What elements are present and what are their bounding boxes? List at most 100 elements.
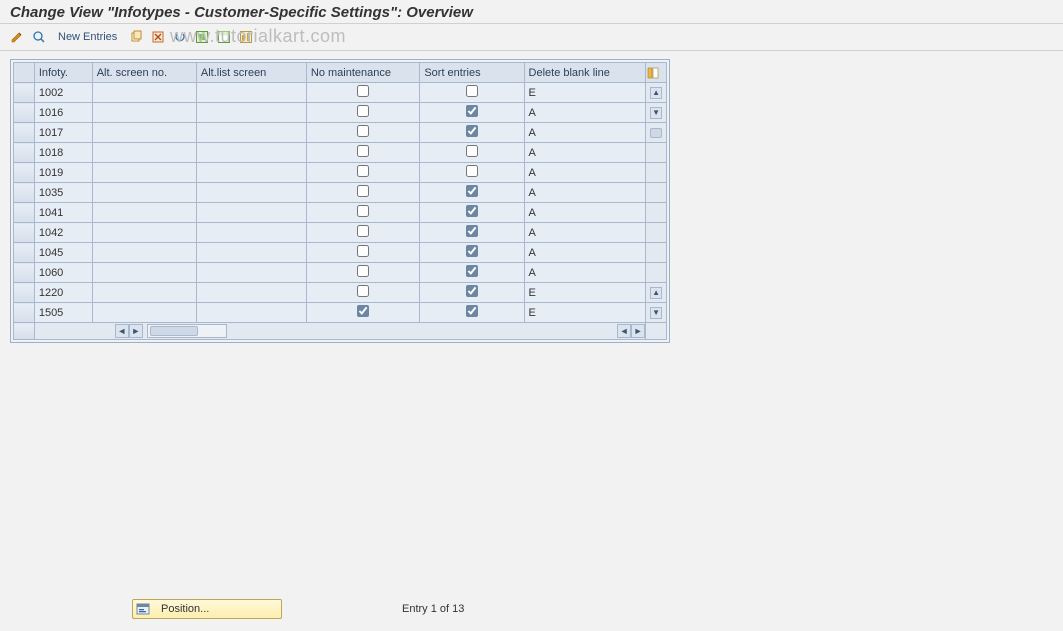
cell-alt-list-screen[interactable] — [196, 103, 306, 123]
cell-sort-entries[interactable] — [420, 143, 524, 163]
hscroll-track[interactable] — [147, 324, 227, 338]
cell-infoty[interactable]: 1016 — [34, 103, 92, 123]
cell-infoty[interactable]: 1002 — [34, 83, 92, 103]
cell-alt-list-screen[interactable] — [196, 163, 306, 183]
vscroll-cell[interactable] — [646, 263, 667, 283]
no-maintenance-checkbox[interactable] — [357, 265, 369, 277]
row-selector[interactable] — [14, 163, 35, 183]
config-icon[interactable] — [237, 28, 255, 46]
cell-alt-list-screen[interactable] — [196, 223, 306, 243]
vscroll-cell[interactable] — [646, 223, 667, 243]
select-all-corner[interactable] — [14, 63, 35, 83]
row-selector[interactable] — [14, 103, 35, 123]
cell-sort-entries[interactable] — [420, 123, 524, 143]
cell-alt-screen-no[interactable] — [92, 183, 196, 203]
col-delete-blank-line[interactable]: Delete blank line — [524, 63, 646, 83]
vscroll-cell[interactable]: ▲ — [646, 283, 667, 303]
cell-alt-list-screen[interactable] — [196, 203, 306, 223]
cell-alt-list-screen[interactable] — [196, 183, 306, 203]
row-selector[interactable] — [14, 203, 35, 223]
no-maintenance-checkbox[interactable] — [357, 85, 369, 97]
expand-icon[interactable] — [30, 28, 48, 46]
cell-alt-screen-no[interactable] — [92, 103, 196, 123]
sort-entries-checkbox[interactable] — [466, 205, 478, 217]
no-maintenance-checkbox[interactable] — [357, 225, 369, 237]
cell-alt-screen-no[interactable] — [92, 203, 196, 223]
col-sort-entries[interactable]: Sort entries — [420, 63, 524, 83]
cell-no-maintenance[interactable] — [306, 103, 419, 123]
row-selector[interactable] — [14, 83, 35, 103]
cell-alt-list-screen[interactable] — [196, 143, 306, 163]
cell-no-maintenance[interactable] — [306, 263, 419, 283]
cell-infoty[interactable]: 1505 — [34, 303, 92, 323]
no-maintenance-checkbox[interactable] — [357, 205, 369, 217]
col-no-maintenance[interactable]: No maintenance — [306, 63, 419, 83]
row-selector[interactable] — [14, 223, 35, 243]
cell-alt-list-screen[interactable] — [196, 123, 306, 143]
row-selector[interactable] — [14, 183, 35, 203]
row-selector[interactable] — [14, 283, 35, 303]
cell-delete-blank-line[interactable]: A — [524, 203, 646, 223]
select-all-icon[interactable] — [193, 28, 211, 46]
cell-no-maintenance[interactable] — [306, 183, 419, 203]
row-selector[interactable] — [14, 143, 35, 163]
sort-entries-checkbox[interactable] — [466, 145, 478, 157]
sort-entries-checkbox[interactable] — [466, 105, 478, 117]
delete-icon[interactable] — [149, 28, 167, 46]
cell-infoty[interactable]: 1042 — [34, 223, 92, 243]
no-maintenance-checkbox[interactable] — [357, 105, 369, 117]
cell-alt-list-screen[interactable] — [196, 303, 306, 323]
no-maintenance-checkbox[interactable] — [357, 185, 369, 197]
cell-alt-screen-no[interactable] — [92, 243, 196, 263]
cell-no-maintenance[interactable] — [306, 223, 419, 243]
row-selector[interactable] — [14, 123, 35, 143]
cell-alt-screen-no[interactable] — [92, 143, 196, 163]
no-maintenance-checkbox[interactable] — [357, 125, 369, 137]
cell-delete-blank-line[interactable]: A — [524, 263, 646, 283]
sort-entries-checkbox[interactable] — [466, 85, 478, 97]
cell-no-maintenance[interactable] — [306, 143, 419, 163]
cell-infoty[interactable]: 1017 — [34, 123, 92, 143]
cell-no-maintenance[interactable] — [306, 303, 419, 323]
vscroll-cell[interactable]: ▼ — [646, 103, 667, 123]
undo-icon[interactable] — [171, 28, 189, 46]
table-config-button[interactable] — [646, 63, 667, 83]
cell-no-maintenance[interactable] — [306, 243, 419, 263]
cell-sort-entries[interactable] — [420, 103, 524, 123]
sort-entries-checkbox[interactable] — [466, 185, 478, 197]
cell-delete-blank-line[interactable]: A — [524, 183, 646, 203]
change-icon[interactable] — [8, 28, 26, 46]
sort-entries-checkbox[interactable] — [466, 245, 478, 257]
cell-alt-screen-no[interactable] — [92, 83, 196, 103]
vscroll-cell[interactable]: ▲ — [646, 83, 667, 103]
sort-entries-checkbox[interactable] — [466, 285, 478, 297]
cell-alt-screen-no[interactable] — [92, 223, 196, 243]
sort-entries-checkbox[interactable] — [466, 305, 478, 317]
cell-delete-blank-line[interactable]: E — [524, 283, 646, 303]
scroll-right-end-button[interactable]: ► — [631, 324, 645, 338]
cell-sort-entries[interactable] — [420, 223, 524, 243]
vscroll-cell[interactable] — [646, 203, 667, 223]
cell-alt-list-screen[interactable] — [196, 263, 306, 283]
row-selector[interactable] — [14, 243, 35, 263]
cell-sort-entries[interactable] — [420, 263, 524, 283]
scroll-left-end-button[interactable]: ◄ — [617, 324, 631, 338]
vscroll-cell[interactable] — [646, 243, 667, 263]
no-maintenance-checkbox[interactable] — [357, 305, 369, 317]
sort-entries-checkbox[interactable] — [466, 165, 478, 177]
no-maintenance-checkbox[interactable] — [357, 245, 369, 257]
cell-sort-entries[interactable] — [420, 303, 524, 323]
scroll-down-end-button[interactable]: ▼ — [650, 307, 662, 319]
cell-alt-list-screen[interactable] — [196, 83, 306, 103]
no-maintenance-checkbox[interactable] — [357, 145, 369, 157]
cell-sort-entries[interactable] — [420, 83, 524, 103]
cell-infoty[interactable]: 1045 — [34, 243, 92, 263]
cell-delete-blank-line[interactable]: A — [524, 223, 646, 243]
col-alt-screen-no[interactable]: Alt. screen no. — [92, 63, 196, 83]
cell-infoty[interactable]: 1018 — [34, 143, 92, 163]
col-alt-list-screen[interactable]: Alt.list screen — [196, 63, 306, 83]
vscroll-cell[interactable]: ▼ — [646, 303, 667, 323]
scroll-up-button[interactable]: ▲ — [650, 87, 662, 99]
cell-delete-blank-line[interactable]: A — [524, 243, 646, 263]
cell-infoty[interactable]: 1019 — [34, 163, 92, 183]
